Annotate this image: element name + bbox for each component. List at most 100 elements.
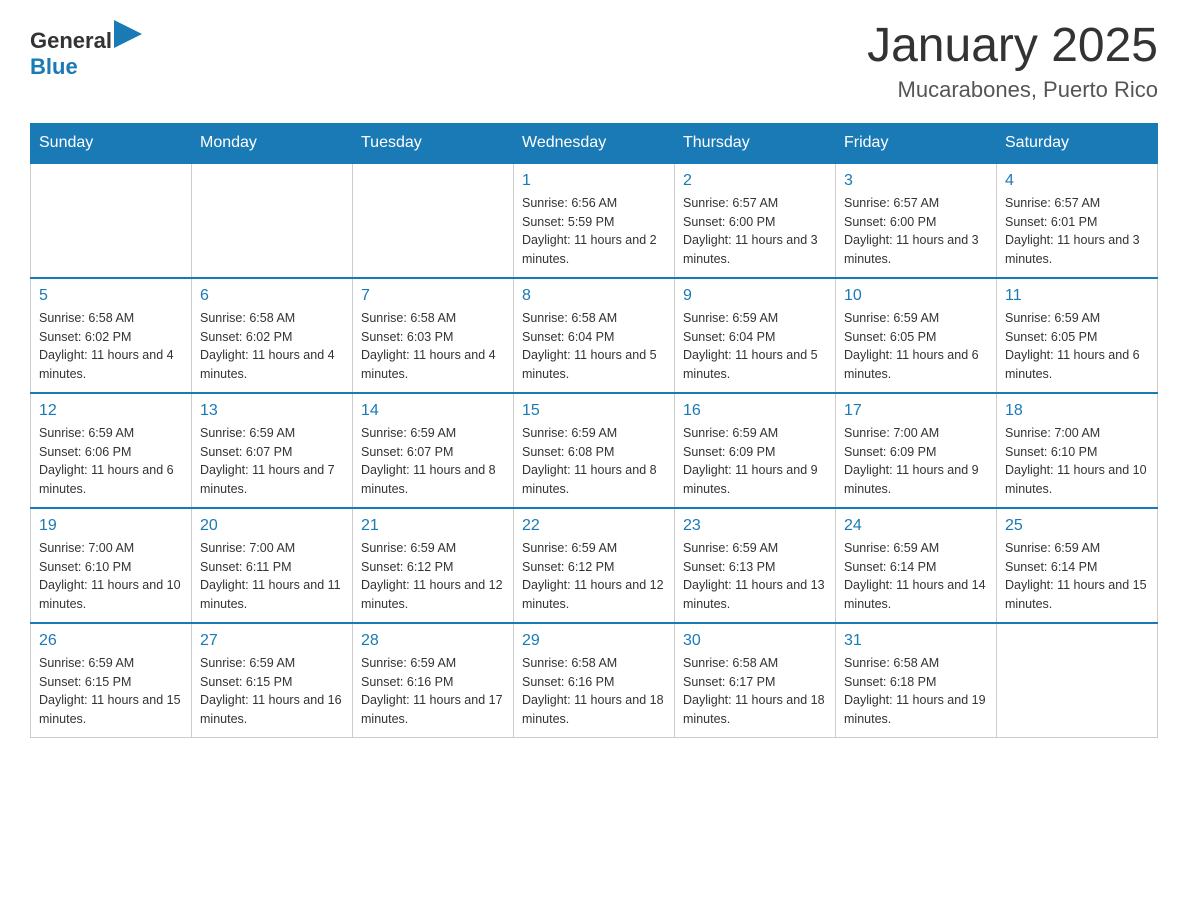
header-friday: Friday — [836, 123, 997, 163]
day-number: 22 — [522, 517, 666, 535]
day-number: 15 — [522, 402, 666, 420]
calendar-cell: 30 Sunrise: 6:58 AM Sunset: 6:17 PM Dayli… — [675, 623, 836, 738]
day-info: Sunrise: 6:59 AM Sunset: 6:12 PM Dayligh… — [361, 539, 505, 614]
calendar-cell: 10 Sunrise: 6:59 AM Sunset: 6:05 PM Dayli… — [836, 278, 997, 393]
day-info: Sunrise: 6:59 AM Sunset: 6:05 PM Dayligh… — [1005, 309, 1149, 384]
calendar-cell — [31, 163, 192, 278]
calendar-cell: 31 Sunrise: 6:58 AM Sunset: 6:18 PM Dayli… — [836, 623, 997, 738]
day-info: Sunrise: 6:59 AM Sunset: 6:07 PM Dayligh… — [361, 424, 505, 499]
calendar-cell: 8Sunrise: 6:58 AM Sunset: 6:04 PM Daylig… — [514, 278, 675, 393]
day-number: 25 — [1005, 517, 1149, 535]
logo-blue: Blue — [30, 54, 78, 79]
day-info: Sunrise: 6:58 AM Sunset: 6:16 PM Dayligh… — [522, 654, 666, 729]
day-info: Sunrise: 6:59 AM Sunset: 6:08 PM Dayligh… — [522, 424, 666, 499]
day-number: 21 — [361, 517, 505, 535]
day-number: 28 — [361, 632, 505, 650]
day-info: Sunrise: 6:59 AM Sunset: 6:14 PM Dayligh… — [844, 539, 988, 614]
day-info: Sunrise: 6:59 AM Sunset: 6:15 PM Dayligh… — [39, 654, 183, 729]
day-info: Sunrise: 6:59 AM Sunset: 6:07 PM Dayligh… — [200, 424, 344, 499]
day-info: Sunrise: 6:59 AM Sunset: 6:13 PM Dayligh… — [683, 539, 827, 614]
day-number: 23 — [683, 517, 827, 535]
calendar-cell: 24 Sunrise: 6:59 AM Sunset: 6:14 PM Dayli… — [836, 508, 997, 623]
logo-wordmark: General Blue — [30, 20, 142, 80]
day-info: Sunrise: 6:58 AM Sunset: 6:18 PM Dayligh… — [844, 654, 988, 729]
header-monday: Monday — [192, 123, 353, 163]
calendar-cell: 3 Sunrise: 6:57 AM Sunset: 6:00 PM Daylig… — [836, 163, 997, 278]
day-number: 11 — [1005, 287, 1149, 305]
month-title: January 2025 — [867, 20, 1158, 73]
day-info: Sunrise: 7:00 AM Sunset: 6:10 PM Dayligh… — [39, 539, 183, 614]
day-number: 3 — [844, 172, 988, 190]
day-number: 7 — [361, 287, 505, 305]
day-number: 5 — [39, 287, 183, 305]
header-thursday: Thursday — [675, 123, 836, 163]
day-info: Sunrise: 6:59 AM Sunset: 6:05 PM Dayligh… — [844, 309, 988, 384]
calendar-cell: 15 Sunrise: 6:59 AM Sunset: 6:08 PM Dayli… — [514, 393, 675, 508]
day-info: Sunrise: 6:57 AM Sunset: 6:01 PM Dayligh… — [1005, 194, 1149, 269]
calendar-cell: 20 Sunrise: 7:00 AM Sunset: 6:11 PM Dayli… — [192, 508, 353, 623]
week-row-5: 26 Sunrise: 6:59 AM Sunset: 6:15 PM Dayli… — [31, 623, 1158, 738]
day-number: 31 — [844, 632, 988, 650]
day-number: 4 — [1005, 172, 1149, 190]
calendar-cell — [353, 163, 514, 278]
week-row-3: 12Sunrise: 6:59 AM Sunset: 6:06 PM Dayli… — [31, 393, 1158, 508]
day-number: 26 — [39, 632, 183, 650]
day-number: 10 — [844, 287, 988, 305]
calendar-cell: 5 Sunrise: 6:58 AM Sunset: 6:02 PM Daylig… — [31, 278, 192, 393]
calendar-cell: 1 Sunrise: 6:56 AM Sunset: 5:59 PM Daylig… — [514, 163, 675, 278]
calendar-cell: 13 Sunrise: 6:59 AM Sunset: 6:07 PM Dayli… — [192, 393, 353, 508]
day-info: Sunrise: 6:57 AM Sunset: 6:00 PM Dayligh… — [844, 194, 988, 269]
day-number: 1 — [522, 172, 666, 190]
day-info: Sunrise: 7:00 AM Sunset: 6:11 PM Dayligh… — [200, 539, 344, 614]
day-number: 2 — [683, 172, 827, 190]
calendar-cell: 29 Sunrise: 6:58 AM Sunset: 6:16 PM Dayli… — [514, 623, 675, 738]
day-info: Sunrise: 6:59 AM Sunset: 6:06 PM Dayligh… — [39, 424, 183, 499]
calendar-cell: 18Sunrise: 7:00 AM Sunset: 6:10 PM Dayli… — [997, 393, 1158, 508]
day-number: 9 — [683, 287, 827, 305]
calendar-cell: 11 Sunrise: 6:59 AM Sunset: 6:05 PM Dayli… — [997, 278, 1158, 393]
calendar-table: SundayMondayTuesdayWednesdayThursdayFrid… — [30, 123, 1158, 738]
day-number: 6 — [200, 287, 344, 305]
day-info: Sunrise: 6:59 AM Sunset: 6:09 PM Dayligh… — [683, 424, 827, 499]
day-number: 30 — [683, 632, 827, 650]
day-number: 8 — [522, 287, 666, 305]
day-info: Sunrise: 6:59 AM Sunset: 6:12 PM Dayligh… — [522, 539, 666, 614]
title-section: January 2025 Mucarabones, Puerto Rico — [867, 20, 1158, 103]
header-wednesday: Wednesday — [514, 123, 675, 163]
calendar-cell: 19 Sunrise: 7:00 AM Sunset: 6:10 PM Dayli… — [31, 508, 192, 623]
day-info: Sunrise: 6:58 AM Sunset: 6:17 PM Dayligh… — [683, 654, 827, 729]
day-number: 19 — [39, 517, 183, 535]
calendar-cell: 16 Sunrise: 6:59 AM Sunset: 6:09 PM Dayli… — [675, 393, 836, 508]
week-row-4: 19 Sunrise: 7:00 AM Sunset: 6:10 PM Dayli… — [31, 508, 1158, 623]
calendar-cell: 27Sunrise: 6:59 AM Sunset: 6:15 PM Dayli… — [192, 623, 353, 738]
calendar-cell: 2 Sunrise: 6:57 AM Sunset: 6:00 PM Daylig… — [675, 163, 836, 278]
calendar-cell: 6Sunrise: 6:58 AM Sunset: 6:02 PM Daylig… — [192, 278, 353, 393]
calendar-cell — [997, 623, 1158, 738]
calendar-cell: 25Sunrise: 6:59 AM Sunset: 6:14 PM Dayli… — [997, 508, 1158, 623]
logo-general: General — [30, 28, 112, 53]
calendar-cell: 9Sunrise: 6:59 AM Sunset: 6:04 PM Daylig… — [675, 278, 836, 393]
calendar-cell: 4 Sunrise: 6:57 AM Sunset: 6:01 PM Daylig… — [997, 163, 1158, 278]
day-info: Sunrise: 6:59 AM Sunset: 6:16 PM Dayligh… — [361, 654, 505, 729]
day-info: Sunrise: 6:58 AM Sunset: 6:02 PM Dayligh… — [39, 309, 183, 384]
calendar-header-row: SundayMondayTuesdayWednesdayThursdayFrid… — [31, 123, 1158, 163]
day-number: 16 — [683, 402, 827, 420]
calendar-cell: 21 Sunrise: 6:59 AM Sunset: 6:12 PM Dayli… — [353, 508, 514, 623]
day-number: 29 — [522, 632, 666, 650]
day-info: Sunrise: 6:57 AM Sunset: 6:00 PM Dayligh… — [683, 194, 827, 269]
day-info: Sunrise: 6:56 AM Sunset: 5:59 PM Dayligh… — [522, 194, 666, 269]
calendar-cell: 22 Sunrise: 6:59 AM Sunset: 6:12 PM Dayli… — [514, 508, 675, 623]
calendar-cell: 23 Sunrise: 6:59 AM Sunset: 6:13 PM Dayli… — [675, 508, 836, 623]
calendar-cell — [192, 163, 353, 278]
header-tuesday: Tuesday — [353, 123, 514, 163]
logo-icon — [114, 20, 142, 48]
day-number: 20 — [200, 517, 344, 535]
calendar-cell: 7 Sunrise: 6:58 AM Sunset: 6:03 PM Daylig… — [353, 278, 514, 393]
calendar-cell: 26 Sunrise: 6:59 AM Sunset: 6:15 PM Dayli… — [31, 623, 192, 738]
day-info: Sunrise: 6:58 AM Sunset: 6:03 PM Dayligh… — [361, 309, 505, 384]
day-number: 13 — [200, 402, 344, 420]
page-header: General Blue January 2025 Mucarabones, P… — [30, 20, 1158, 103]
day-number: 24 — [844, 517, 988, 535]
day-number: 27 — [200, 632, 344, 650]
day-number: 18 — [1005, 402, 1149, 420]
